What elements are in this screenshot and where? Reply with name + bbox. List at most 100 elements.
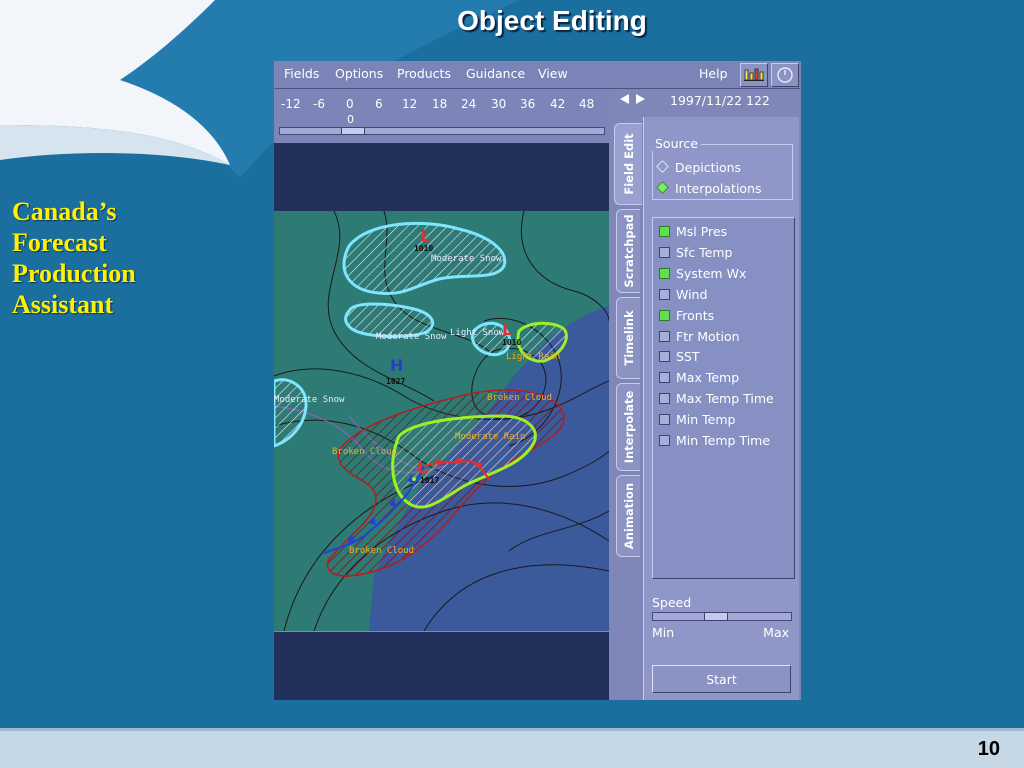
field-fronts[interactable]: Fronts (659, 308, 714, 323)
time-navigation: 1997/11/22 122 (612, 89, 800, 115)
field-label: Max Temp Time (676, 391, 774, 406)
tab-label: Field Edit (621, 133, 636, 195)
map-top-strip (274, 143, 609, 211)
time-tick[interactable]: -6 (313, 97, 325, 111)
field-list: Msl Pres Sfc Temp System Wx Wind Fronts … (652, 217, 795, 579)
tab-scratchpad[interactable]: Scratchpad (616, 209, 640, 293)
field-label: SST (676, 349, 700, 364)
tab-interpolate[interactable]: Interpolate (616, 383, 640, 471)
speed-slider-thumb[interactable] (704, 612, 728, 621)
time-tick[interactable]: 30 (491, 97, 506, 111)
time-tick[interactable]: 0 (346, 97, 354, 111)
checkbox[interactable] (659, 247, 670, 258)
weather-map[interactable]: Moderate Snow Moderate Snow Light Snow M… (274, 211, 609, 631)
side-title-line: Assistant (12, 290, 114, 319)
field-label: Ftr Motion (676, 329, 740, 344)
field-system-wx[interactable]: System Wx (659, 266, 746, 281)
cloud-label: Broken Cloud (332, 447, 397, 457)
time-tick[interactable]: 48 (579, 97, 594, 111)
tab-label: Timelink (621, 310, 636, 366)
field-label: Min Temp Time (676, 433, 771, 448)
radio-diamond-icon (656, 160, 669, 173)
field-label: System Wx (676, 266, 747, 281)
field-label: Wind (676, 287, 708, 302)
field-label: Min Temp (676, 412, 736, 427)
source-option-depictions[interactable]: Depictions (656, 160, 742, 175)
menu-options[interactable]: Options (335, 66, 383, 81)
time-bar: -12 -6 0 6 12 18 24 30 36 42 48 0 (275, 89, 610, 142)
time-tick[interactable]: 6 (375, 97, 383, 111)
checkbox[interactable] (659, 226, 670, 237)
field-label: Fronts (676, 308, 715, 323)
field-max-temp-time[interactable]: Max Temp Time (659, 391, 774, 406)
time-slider-thumb[interactable] (341, 127, 365, 135)
menu-view[interactable]: View (538, 66, 568, 81)
pressure-label: 1017 (420, 476, 439, 485)
side-title-line: Production (12, 259, 136, 288)
rain-label: Moderate Rain (455, 432, 525, 442)
low-pressure-icon: L (417, 458, 427, 477)
speed-label: Speed (652, 595, 692, 610)
field-ftr-motion[interactable]: Ftr Motion (659, 329, 740, 344)
start-button[interactable]: Start (652, 665, 791, 693)
clock-button[interactable] (771, 63, 799, 87)
time-tick[interactable]: 18 (432, 97, 447, 111)
slide-title: Object Editing (457, 5, 647, 36)
menu-guidance[interactable]: Guidance (466, 66, 525, 81)
time-tick[interactable]: 42 (550, 97, 565, 111)
radio-label: Depictions (675, 160, 742, 175)
high-pressure-icon: H (390, 356, 403, 375)
field-msl-pres[interactable]: Msl Pres (659, 224, 727, 239)
checkbox[interactable] (659, 351, 670, 362)
pressure-label: 1010 (502, 338, 521, 347)
weather-map-canvas[interactable]: Moderate Snow Moderate Snow Light Snow M… (274, 211, 609, 631)
radio-diamond-icon (656, 181, 669, 194)
next-arrow-icon[interactable] (636, 94, 645, 104)
tab-label: Scratchpad (621, 214, 636, 288)
menu-help[interactable]: Help (699, 66, 728, 81)
bar-graph-button[interactable] (740, 63, 768, 87)
source-option-interpolations[interactable]: Interpolations (656, 181, 762, 196)
rain-label: Light Rain (506, 352, 560, 362)
checkbox[interactable] (659, 268, 670, 279)
field-label: Msl Pres (676, 224, 728, 239)
time-tick[interactable]: 24 (461, 97, 476, 111)
field-min-temp-time[interactable]: Min Temp Time (659, 433, 770, 448)
map-bottom-strip (274, 632, 609, 700)
checkbox[interactable] (659, 289, 670, 300)
mode-tabs: Field Edit Scratchpad Timelink Interpola… (611, 117, 643, 700)
checkbox[interactable] (659, 372, 670, 383)
previous-arrow-icon[interactable] (620, 94, 629, 104)
speed-slider[interactable] (652, 612, 792, 621)
field-label: Max Temp (676, 370, 740, 385)
pressure-label: 1010 (414, 244, 433, 253)
side-title-line: Forecast (12, 228, 107, 257)
checkbox[interactable] (659, 435, 670, 446)
radio-label: Interpolations (675, 181, 762, 196)
snow-label: Moderate Snow (431, 254, 502, 264)
cloud-label: Broken Cloud (349, 546, 414, 556)
time-slider[interactable] (279, 127, 605, 135)
tab-timelink[interactable]: Timelink (616, 297, 640, 379)
checkbox[interactable] (659, 393, 670, 404)
field-wind[interactable]: Wind (659, 287, 707, 302)
side-title: Canada’s Forecast Production Assistant (12, 196, 202, 320)
checkbox[interactable] (659, 414, 670, 425)
tab-animation[interactable]: Animation (616, 475, 640, 557)
menu-bar: Fields Options Products Guidance View He… (275, 62, 800, 89)
field-max-temp[interactable]: Max Temp (659, 370, 739, 385)
checkbox[interactable] (659, 310, 670, 321)
field-sfc-temp[interactable]: Sfc Temp (659, 245, 733, 260)
time-tick[interactable]: 36 (520, 97, 535, 111)
tab-label: Animation (621, 482, 636, 550)
field-sst[interactable]: SST (659, 349, 700, 364)
field-min-temp[interactable]: Min Temp (659, 412, 735, 427)
menu-products[interactable]: Products (397, 66, 451, 81)
tab-field-edit[interactable]: Field Edit (614, 123, 642, 205)
menu-fields[interactable]: Fields (284, 66, 319, 81)
snow-label: Moderate Snow (376, 332, 447, 342)
checkbox[interactable] (659, 331, 670, 342)
time-tick[interactable]: -12 (281, 97, 301, 111)
time-tick[interactable]: 12 (402, 97, 417, 111)
speed-min-label: Min (652, 625, 675, 640)
